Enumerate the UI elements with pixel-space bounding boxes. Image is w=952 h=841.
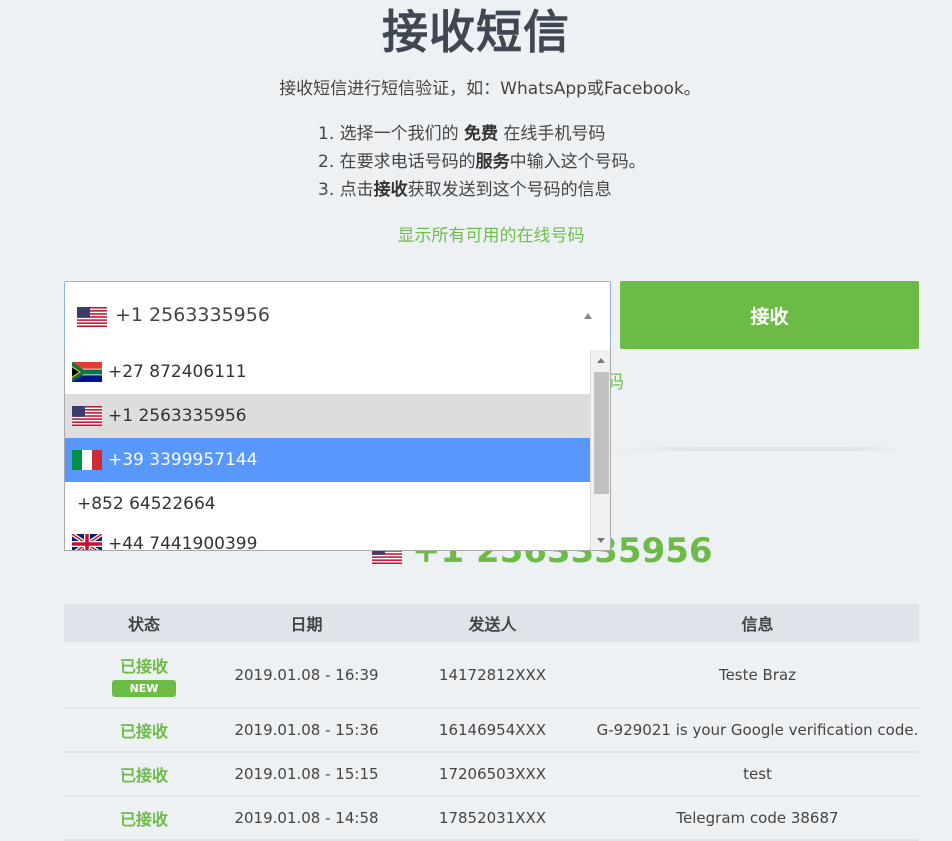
- header-message: 信息: [596, 604, 919, 642]
- table-row: 已接收 2019.01.08 - 14:58 17852031XXX Teleg…: [64, 796, 919, 841]
- option-label: +852 64522664: [77, 494, 216, 514]
- messages-table: 状态 日期 发送人 信息 已接收 NEW 2019.01.08 - 16:39 …: [64, 604, 919, 841]
- table-row: 已接收 2019.01.08 - 15:15 17206503XXX test: [64, 752, 919, 797]
- step-1: 1. 选择一个我们的 免费 在线手机号码: [318, 124, 606, 144]
- sender-cell: 17852031XXX: [389, 796, 596, 841]
- status-cell: 已接收: [64, 752, 224, 797]
- number-select[interactable]: +1 2563335956: [64, 281, 611, 351]
- option-gb[interactable]: +44 7441900399: [65, 522, 590, 551]
- page-subtitle: 接收短信进行短信验证，如：WhatsApp或Facebook。: [279, 79, 701, 99]
- caret-up-icon: [584, 313, 592, 319]
- sender-cell: 16146954XXX: [389, 708, 596, 753]
- sender-cell: 17206503XXX: [389, 752, 596, 797]
- page-title: 接收短信: [382, 5, 570, 59]
- status-text: 已接收: [119, 722, 168, 741]
- status-cell: 已接收: [64, 796, 224, 841]
- receive-button[interactable]: 接收: [620, 281, 919, 349]
- header-date: 日期: [224, 604, 389, 642]
- it-flag-icon: [72, 450, 102, 470]
- option-hk[interactable]: +852 64522664: [65, 482, 590, 526]
- gb-flag-icon: [72, 534, 102, 550]
- za-flag-icon: [72, 362, 102, 382]
- date-cell: 2019.01.08 - 14:58: [224, 796, 389, 841]
- option-za[interactable]: +27 872406111: [65, 350, 590, 394]
- message-cell: G-929021 is your Google verification cod…: [596, 708, 919, 753]
- scroll-down-icon[interactable]: [597, 538, 605, 543]
- status-cell: 已接收: [64, 708, 224, 753]
- show-all-numbers-link[interactable]: 显示所有可用的在线号码: [0, 221, 952, 246]
- option-label: +44 7441900399: [108, 534, 258, 551]
- option-it[interactable]: +39 3399957144: [65, 438, 590, 482]
- us-flag-icon: [72, 406, 102, 426]
- date-cell: 2019.01.08 - 15:15: [224, 752, 389, 797]
- table-row: 已接收 NEW 2019.01.08 - 16:39 14172812XXX T…: [64, 642, 919, 709]
- option-label: +39 3399957144: [108, 450, 258, 470]
- status-text: 已接收: [119, 656, 168, 676]
- option-label: +27 872406111: [108, 362, 247, 382]
- new-badge: NEW: [112, 679, 176, 697]
- option-us[interactable]: +1 2563335956: [65, 394, 590, 438]
- sender-cell: 14172812XXX: [389, 642, 596, 709]
- step-3: 3. 点击接收获取发送到这个号码的信息: [318, 180, 612, 200]
- step-2: 2. 在要求电话号码的服务中输入这个号码。: [318, 152, 646, 172]
- scroll-up-icon[interactable]: [597, 358, 605, 363]
- option-label: +1 2563335956: [108, 406, 247, 426]
- header-status: 状态: [64, 604, 224, 642]
- status-text: 已接收: [119, 810, 168, 829]
- number-dropdown-list[interactable]: +27 872406111 +1 2563335956 +39 33999571…: [64, 350, 611, 551]
- table-row: 已接收 2019.01.08 - 15:36 16146954XXX G-929…: [64, 708, 919, 753]
- us-flag-icon: [77, 307, 107, 327]
- divider: [610, 447, 906, 451]
- selected-number: +1 2563335956: [115, 304, 270, 326]
- table-header-row: 状态 日期 发送人 信息: [64, 604, 919, 642]
- date-cell: 2019.01.08 - 16:39: [224, 642, 389, 709]
- message-cell: test: [596, 752, 919, 797]
- instruction-steps: 1. 选择一个我们的 免费 在线手机号码 2. 在要求电话号码的服务中输入这个号…: [318, 120, 646, 204]
- status-cell: 已接收 NEW: [64, 642, 224, 709]
- dropdown-scrollbar[interactable]: [590, 350, 610, 550]
- date-cell: 2019.01.08 - 15:36: [224, 708, 389, 753]
- status-text: 已接收: [119, 766, 168, 785]
- header-sender: 发送人: [389, 604, 596, 642]
- message-cell: Teste Braz: [596, 642, 919, 709]
- scrollbar-thumb[interactable]: [594, 372, 609, 494]
- message-cell: Telegram code 38687: [596, 796, 919, 841]
